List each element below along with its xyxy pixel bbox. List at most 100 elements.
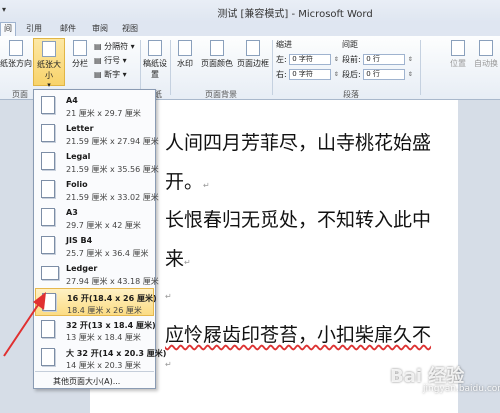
paper-size-dims: 29.7 厘米 x 42 厘米 — [66, 221, 141, 230]
paper-size-item[interactable]: Legal 21.59 厘米 x 35.56 厘米 — [35, 148, 159, 176]
indent-title: 缩进 — [276, 40, 292, 49]
spinner-icon[interactable]: ⇕ — [334, 56, 339, 63]
page-border-button[interactable]: 页面边框 — [236, 40, 270, 69]
columns-label: 分栏 — [72, 59, 88, 68]
annotation-arrow-icon — [3, 292, 46, 357]
page-landscape-icon — [41, 266, 59, 280]
hyphenation-label: 断字 — [104, 70, 121, 79]
group-label-background: 页面背景 — [205, 90, 237, 99]
paper-size-name: 16 开(18.4 x 26 厘米) — [67, 294, 157, 303]
watermark-icon — [178, 40, 192, 56]
paper-size-item[interactable]: Letter 21.59 厘米 x 27.94 厘米 — [35, 120, 159, 148]
paper-size-item[interactable]: A4 21 厘米 x 29.7 厘米 — [35, 92, 154, 120]
doc-text: 应怜屐齿印苍苔，小扣柴扉久不 — [165, 324, 432, 346]
draft-paper-icon — [148, 40, 162, 56]
spacing-title: 间距 — [342, 40, 358, 49]
paper-size-name: Folio — [66, 180, 88, 189]
doc-line[interactable]: 应怜屐齿印苍苔，小扣柴扉久不 — [165, 320, 431, 347]
hyphenation-button[interactable]: ▤ 断字 ▾ — [94, 69, 127, 80]
doc-line[interactable]: 长恨春归无觅处，不知转入此中 — [165, 205, 431, 232]
group-label-page: 页面 — [12, 90, 28, 99]
paper-size-name: Ledger — [66, 264, 98, 273]
more-paper-sizes-item[interactable]: 其他页面大小(A)... — [35, 371, 154, 387]
paper-size-name: 大 32 开(14 x 20.3 厘米) — [66, 349, 167, 358]
tab-references[interactable]: 引用 — [26, 23, 42, 34]
orientation-icon — [9, 40, 23, 56]
breaks-label: 分隔符 — [104, 42, 129, 51]
watermark-label: 水印 — [177, 59, 193, 68]
paper-size-button[interactable]: 纸张大小 ▾ — [33, 38, 65, 89]
paper-size-name: 32 开(13 x 18.4 厘米) — [66, 321, 156, 330]
page-color-button[interactable]: 页面颜色 — [200, 40, 234, 69]
indent-left-row: 左: 0 字符 ⇕ — [276, 54, 339, 65]
paper-size-item[interactable]: Folio 21.59 厘米 x 33.02 厘米 — [35, 176, 159, 204]
paper-size-item[interactable]: JIS B4 25.7 厘米 x 36.4 厘米 — [35, 232, 154, 260]
line-numbers-button[interactable]: ▤ 行号 ▾ — [94, 55, 127, 66]
paper-size-dims: 21.59 厘米 x 27.94 厘米 — [66, 137, 159, 146]
paragraph-mark: ↵ — [165, 292, 172, 301]
paper-size-item[interactable]: A3 29.7 厘米 x 42 厘米 — [35, 204, 154, 232]
window-title: 测试 [兼容模式] - Microsoft Word — [217, 9, 373, 20]
paper-size-dims: 27.94 厘米 x 43.18 厘米 — [66, 277, 159, 286]
page-color-label: 页面颜色 — [201, 59, 233, 68]
spinner-icon[interactable]: ⇕ — [408, 71, 413, 78]
doc-line[interactable]: 来↵ — [165, 244, 191, 271]
tab-page-layout[interactable]: 间 — [0, 22, 16, 36]
page-icon — [41, 124, 55, 142]
indent-right-field[interactable]: 0 字符 — [289, 69, 332, 80]
page-icon — [41, 236, 55, 254]
wrap-text-icon — [479, 40, 493, 56]
spacing-before-field[interactable]: 0 行 — [363, 54, 406, 65]
divider — [420, 40, 421, 95]
watermark-button[interactable]: 水印 — [172, 40, 198, 69]
paragraph-mark: ↵ — [165, 360, 172, 369]
page-border-label: 页面边框 — [237, 59, 269, 68]
baidu-watermark-url: jingyan.baidu.com — [423, 384, 500, 394]
paper-size-name: Letter — [66, 124, 94, 133]
paper-size-label: 纸张大小 — [37, 60, 61, 80]
wrap-text-label: 自动换 — [474, 59, 498, 68]
paragraph-mark: ↵ — [203, 181, 210, 190]
orientation-button[interactable]: 纸张方向 — [0, 40, 32, 69]
page-icon — [41, 208, 55, 226]
paper-size-name: A3 — [66, 208, 78, 217]
position-label: 位置 — [450, 59, 466, 68]
indent-right-label: 右: — [276, 70, 287, 79]
paper-size-dims: 13 厘米 x 18.4 厘米 — [66, 333, 141, 342]
spacing-after-field[interactable]: 0 行 — [363, 69, 406, 80]
doc-line[interactable]: 开。↵ — [165, 167, 210, 194]
paper-size-name: Legal — [66, 152, 91, 161]
columns-button[interactable]: 分栏 — [68, 40, 92, 69]
paper-size-dims: 21.59 厘米 x 35.56 厘米 — [66, 165, 159, 174]
divider — [170, 40, 171, 95]
wrap-text-button[interactable]: 自动换 — [472, 40, 500, 69]
paper-size-name: JIS B4 — [66, 236, 93, 245]
line-numbers-label: 行号 — [104, 56, 121, 65]
indent-left-field[interactable]: 0 字符 — [289, 54, 332, 65]
paper-size-dims: 25.7 厘米 x 36.4 厘米 — [66, 249, 149, 258]
tab-mailings[interactable]: 邮件 — [60, 23, 76, 34]
position-button[interactable]: 位置 — [446, 40, 470, 69]
page-icon — [41, 96, 55, 114]
draft-paper-label: 稿纸设置 — [143, 59, 167, 79]
doc-line[interactable]: 人间四月芳菲尽，山寺桃花始盛 — [165, 128, 431, 155]
columns-icon — [73, 40, 87, 56]
group-label-paragraph: 段落 — [343, 90, 359, 99]
spacing-after-row: 段后: 0 行 ⇕ — [342, 69, 413, 80]
breaks-button[interactable]: ▤ 分隔符 ▾ — [94, 41, 135, 52]
tab-view[interactable]: 视图 — [122, 23, 138, 34]
chevron-down-icon: ▾ — [47, 81, 51, 89]
paper-size-icon — [42, 41, 56, 57]
page-icon — [41, 152, 55, 170]
indent-left-label: 左: — [276, 55, 287, 64]
paper-size-dims: 21 厘米 x 29.7 厘米 — [66, 109, 141, 118]
draft-paper-button[interactable]: 稿纸设置 — [143, 40, 167, 80]
paper-size-dims: 18.4 厘米 x 26 厘米 — [67, 306, 142, 315]
spinner-icon[interactable]: ⇕ — [408, 56, 413, 63]
doc-text: 开。 — [165, 171, 204, 193]
ribbon-tab-strip: 间 引用 邮件 审阅 视图 — [0, 22, 500, 36]
spinner-icon[interactable]: ⇕ — [334, 71, 339, 78]
tab-review[interactable]: 审阅 — [92, 23, 108, 34]
orientation-label: 纸张方向 — [0, 59, 32, 68]
paper-size-name: A4 — [66, 96, 78, 105]
